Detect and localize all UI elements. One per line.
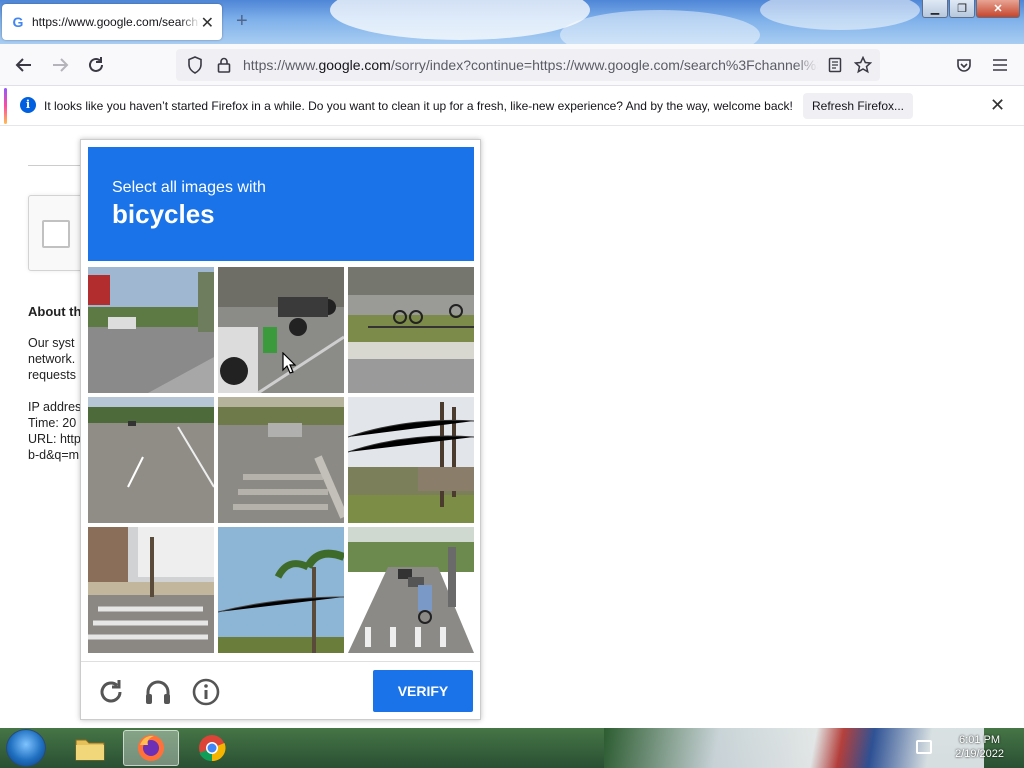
tray-clock[interactable]: 6:01 PM 2/19/2022	[955, 733, 1004, 761]
reload-page-icon[interactable]	[85, 54, 107, 76]
about-line: requests	[28, 368, 76, 382]
captcha-tile-5[interactable]	[218, 397, 344, 523]
close-window-button[interactable]: ✕	[976, 0, 1020, 18]
info-line: Time: 20	[28, 416, 77, 430]
minimize-button[interactable]: ▁	[922, 0, 948, 18]
captcha-challenge: Select all images with bicycles VERIFY	[80, 139, 481, 720]
navigation-toolbar: https://www.google.com/sorry/index?conti…	[0, 44, 1024, 86]
clock-date: 2/19/2022	[955, 748, 1004, 760]
captcha-tile-8[interactable]	[218, 527, 344, 653]
forward-icon[interactable]	[49, 54, 71, 76]
title-bar: G https://www.google.com/search?q ✕ + ▁ …	[0, 0, 1024, 44]
browser-tab[interactable]: G https://www.google.com/search?q ✕	[2, 4, 222, 40]
about-heading: About th	[28, 304, 82, 319]
info-line: IP addres	[28, 400, 82, 414]
captcha-tile-1[interactable]	[88, 267, 214, 393]
audio-icon[interactable]	[143, 677, 173, 707]
refresh-firefox-button[interactable]: Refresh Firefox...	[803, 93, 913, 119]
captcha-tile-4[interactable]	[88, 397, 214, 523]
chrome-icon[interactable]	[184, 730, 240, 766]
firefox-icon[interactable]	[123, 730, 179, 766]
notification-message: It looks like you haven’t started Firefo…	[44, 99, 793, 113]
captcha-tile-3[interactable]	[348, 267, 474, 393]
about-line: network.	[28, 352, 76, 366]
pocket-icon[interactable]	[953, 54, 975, 76]
captcha-instruction: Select all images with	[112, 179, 266, 196]
address-bar[interactable]: https://www.google.com/sorry/index?conti…	[176, 49, 880, 81]
info-circle-icon: i	[20, 97, 36, 113]
mouse-cursor-icon	[282, 352, 296, 374]
hamburger-menu-icon[interactable]	[989, 54, 1011, 76]
google-favicon-icon: G	[12, 14, 24, 30]
url-domain: google.com	[318, 57, 391, 73]
notification-accent	[4, 88, 7, 124]
captcha-target: bicycles	[112, 199, 215, 229]
restore-button[interactable]: ❐	[949, 0, 975, 18]
captcha-footer-divider	[81, 661, 480, 662]
captcha-header: Select all images with bicycles	[88, 147, 474, 261]
tab-title: https://www.google.com/search?q	[32, 15, 200, 29]
new-tab-button[interactable]: +	[236, 10, 248, 33]
recaptcha-widget[interactable]	[28, 195, 88, 271]
lock-icon[interactable]	[213, 54, 235, 76]
taskbar: 6:01 PM 2/19/2022	[0, 728, 1024, 768]
back-icon[interactable]	[13, 54, 35, 76]
url-text[interactable]: https://www.google.com/sorry/index?conti…	[243, 57, 818, 73]
notification-close-icon[interactable]: ✕	[990, 95, 1005, 116]
info-line: b-d&q=m	[28, 448, 80, 462]
notification-bar: i It looks like you haven’t started Fire…	[0, 86, 1024, 126]
window-controls: ▁ ❐ ✕	[922, 0, 1020, 18]
url-prefix: https://www.	[243, 57, 319, 73]
url-path: /sorry/index?continue=https://www.google…	[390, 57, 818, 73]
recaptcha-checkbox[interactable]	[42, 220, 70, 248]
divider	[28, 165, 88, 166]
captcha-tile-2[interactable]	[218, 267, 344, 393]
tab-close-icon[interactable]: ✕	[201, 13, 214, 33]
bookmark-star-icon[interactable]	[852, 54, 874, 76]
about-line: Our syst	[28, 336, 75, 350]
tracking-shield-icon[interactable]	[184, 54, 206, 76]
reader-view-icon[interactable]	[824, 54, 846, 76]
network-icon[interactable]	[916, 740, 932, 754]
captcha-tile-7[interactable]	[88, 527, 214, 653]
file-explorer-icon[interactable]	[62, 730, 118, 766]
verify-button[interactable]: VERIFY	[373, 670, 473, 712]
reload-icon[interactable]	[96, 677, 126, 707]
clock-time: 6:01 PM	[959, 734, 1001, 746]
start-button[interactable]	[6, 729, 46, 767]
captcha-tile-9[interactable]	[348, 527, 474, 653]
info-line: URL: http	[28, 432, 81, 446]
info-icon[interactable]	[191, 677, 221, 707]
captcha-tile-6[interactable]	[348, 397, 474, 523]
